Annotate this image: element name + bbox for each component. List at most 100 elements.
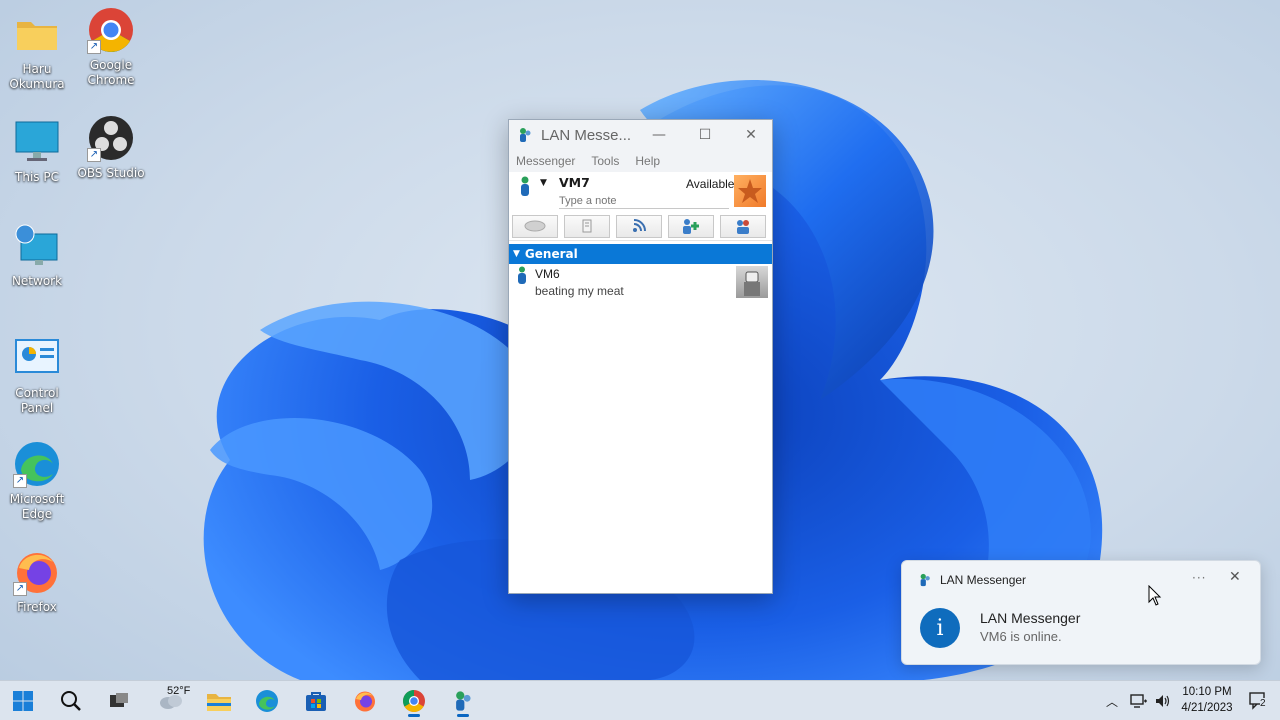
desktop-icon-label: Haru Okumura: [9, 62, 65, 91]
note-input[interactable]: [559, 193, 729, 209]
info-icon: i: [920, 608, 960, 648]
obs-icon: ↗: [87, 114, 135, 162]
shortcut-arrow-icon: ↗: [13, 582, 27, 596]
volume-button[interactable]: [1154, 681, 1172, 720]
desktop-icon-label: Google Chrome: [87, 58, 135, 87]
task-view-button[interactable]: [101, 685, 137, 717]
menu-messenger[interactable]: Messenger: [516, 154, 575, 168]
broadcast-icon: [633, 219, 646, 232]
contact-name: VM6: [535, 267, 560, 281]
taskbar-store[interactable]: [298, 685, 334, 717]
status-dropdown-icon[interactable]: ▼: [540, 178, 547, 188]
desktop-icon-google-chrome[interactable]: ↗ Google Chrome: [74, 6, 148, 88]
user-status-icon[interactable]: [519, 176, 531, 196]
show-hidden-icons-button[interactable]: ︿: [1106, 681, 1118, 720]
lan-messenger-icon: [920, 573, 930, 587]
chrome-icon: [403, 690, 425, 712]
user-name: VM7: [559, 175, 590, 190]
desktop-icon-firefox[interactable]: ↗ Firefox: [0, 548, 74, 615]
desktop-icon-this-pc[interactable]: This PC: [0, 118, 74, 185]
menu-help[interactable]: Help: [635, 154, 660, 168]
store-icon: [306, 692, 326, 711]
taskbar-file-explorer[interactable]: [201, 685, 237, 717]
taskbar-lan-messenger[interactable]: [445, 685, 481, 717]
menu-tools[interactable]: Tools: [591, 154, 619, 168]
network-status-icon: [1130, 694, 1147, 708]
folder-icon: [13, 10, 61, 58]
toast-header: LAN Messenger: [918, 573, 1026, 587]
contact-avatar: [736, 266, 768, 298]
network-icon: [13, 222, 61, 270]
desktop-icon-label: Firefox: [17, 600, 57, 614]
chat-button[interactable]: [512, 214, 558, 238]
start-button[interactable]: [5, 685, 41, 717]
file-transfer-button[interactable]: [564, 214, 610, 238]
clock-time: 10:10 PM: [1182, 686, 1232, 698]
chrome-icon: ↗: [87, 6, 135, 54]
chevron-up-icon: ︿: [1106, 694, 1119, 709]
toast-message: VM6 is online.: [980, 629, 1062, 644]
broadcast-button[interactable]: [616, 214, 662, 238]
toast-title: LAN Messenger: [980, 610, 1081, 626]
group-header-general[interactable]: ▼ General: [509, 244, 772, 264]
desktop-icon-microsoft-edge[interactable]: ↗ Microsoft Edge: [0, 440, 74, 522]
taskbar-firefox[interactable]: [347, 685, 383, 717]
windows-icon: [13, 691, 33, 711]
contact-item[interactable]: VM6 beating my meat: [509, 264, 772, 300]
desktop-icon-control-panel[interactable]: Control Panel: [0, 334, 74, 416]
network-tray-button[interactable]: [1130, 681, 1148, 720]
close-button[interactable]: ✕: [728, 120, 774, 150]
window-title: LAN Messe...: [541, 126, 632, 144]
add-contact-button[interactable]: [668, 214, 714, 238]
desktop-icon-label: Control Panel: [15, 386, 59, 415]
maximize-button[interactable]: ☐: [682, 120, 728, 150]
shortcut-arrow-icon: ↗: [87, 148, 101, 162]
user-avatar[interactable]: [734, 175, 766, 207]
mouse-cursor-icon: [1148, 585, 1162, 606]
add-contact-icon: [683, 219, 699, 234]
notification-icon: [1249, 692, 1265, 710]
user-status[interactable]: Available: [686, 177, 734, 191]
lan-messenger-window[interactable]: LAN Messe... — ☐ ✕ Messenger Tools Help …: [508, 119, 773, 594]
desktop-icon-obs-studio[interactable]: ↗ OBS Studio: [74, 114, 148, 181]
monitor-icon: [13, 118, 61, 166]
taskbar-chrome[interactable]: [396, 685, 432, 717]
contact-status-icon: [518, 266, 526, 284]
firefox-icon: ↗: [13, 548, 61, 596]
desktop-icon-haru-okumura[interactable]: Haru Okumura: [0, 10, 74, 92]
group-name: General: [524, 247, 578, 261]
more-options-icon[interactable]: ···: [1192, 571, 1206, 585]
desktop-icon-label: This PC: [15, 170, 59, 184]
notification-center-button[interactable]: 2: [1248, 681, 1270, 720]
lan-messenger-icon: [456, 691, 471, 711]
search-icon: [61, 691, 81, 711]
edge-icon: ↗: [13, 440, 61, 488]
file-transfer-icon: [582, 219, 592, 233]
desktop-icon-label: OBS Studio: [77, 166, 145, 180]
collapse-caret-icon: ▼: [513, 249, 520, 259]
desktop-icon-network[interactable]: Network: [0, 222, 74, 289]
shortcut-arrow-icon: ↗: [13, 474, 27, 488]
group-icon: [737, 220, 749, 234]
control-panel-icon: [13, 334, 61, 382]
window-titlebar[interactable]: LAN Messe... — ☐ ✕: [509, 120, 772, 150]
notification-count: 2: [1260, 698, 1266, 709]
folder-icon: [207, 694, 231, 711]
clock-date: 4/21/2023: [1181, 702, 1233, 714]
toolbar: [509, 212, 772, 241]
shortcut-arrow-icon: ↗: [87, 40, 101, 54]
clock[interactable]: 10:10 PM 4/21/2023: [1172, 684, 1242, 716]
firefox-icon: [355, 691, 375, 712]
lan-messenger-icon: [520, 128, 531, 142]
toast-app-name: LAN Messenger: [940, 573, 1027, 587]
toast-notification[interactable]: LAN Messenger ··· ✕ i LAN Messenger VM6 …: [901, 560, 1261, 665]
taskbar-edge[interactable]: [249, 685, 285, 717]
speaker-icon: [1156, 695, 1170, 707]
search-button[interactable]: [53, 685, 89, 717]
toast-close-icon[interactable]: ✕: [1229, 569, 1241, 585]
taskbar: 52°F ︿ 10:10 PM 4/21/2023 2: [0, 680, 1280, 720]
minimize-button[interactable]: —: [636, 120, 682, 150]
group-button[interactable]: [720, 214, 766, 238]
contact-note: beating my meat: [535, 284, 624, 298]
edge-icon: [256, 690, 278, 712]
